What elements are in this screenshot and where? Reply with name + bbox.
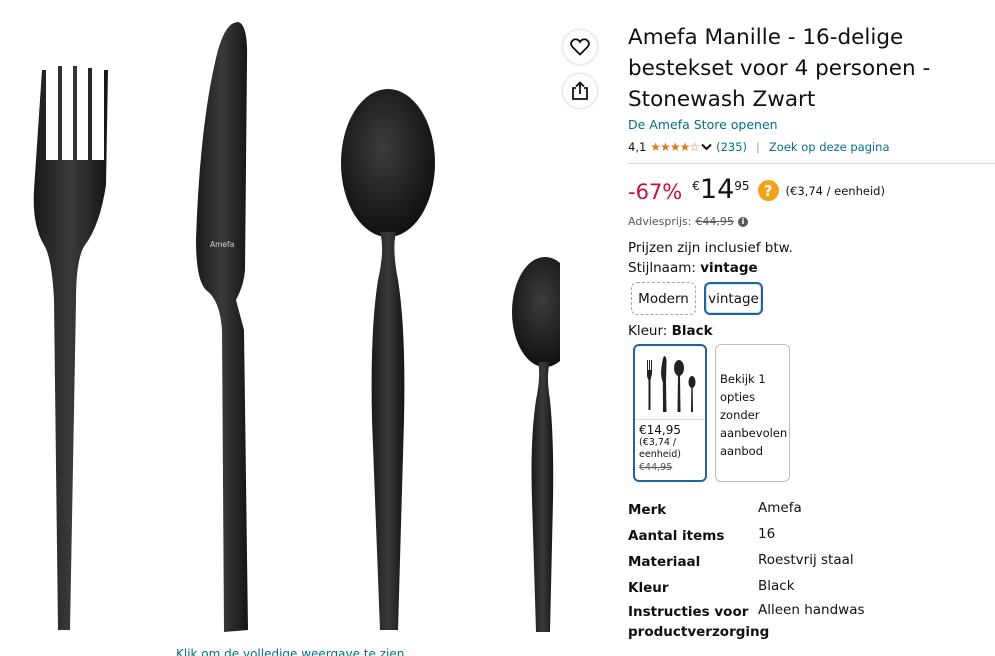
style-label: Stijlnaam: [628, 260, 696, 276]
spec-value: 16 [758, 526, 776, 542]
spec-key: Kleur [628, 580, 669, 596]
price-row: -67% € 14 95 ? (€3,74 / eenheid) [628, 174, 885, 206]
chevron-down-icon[interactable] [701, 143, 712, 151]
color-selected: Black [671, 323, 713, 339]
spec-value: Black [758, 578, 795, 594]
tablespoon-image [341, 89, 435, 630]
spec-key: Merk [628, 502, 667, 518]
color-label-row: Kleur: Black [628, 323, 713, 339]
product-title: Amefa Manille - 16-delige bestekset voor… [628, 25, 931, 112]
spec-value: Amefa [758, 500, 802, 516]
spec-value: Alleen handwas [758, 602, 865, 618]
wishlist-button[interactable] [563, 30, 597, 64]
price-whole: 14 [699, 174, 735, 205]
rating-count-link[interactable]: (235) [716, 140, 747, 154]
spec-key: Aantal items [628, 528, 725, 544]
unit-price: (€3,74 / eenheid) [785, 184, 885, 198]
knife-brand-engraving: Amefa [210, 240, 234, 249]
vat-note: Prijzen zijn inclusief btw. [628, 240, 793, 256]
discount-percentage: -67% [628, 180, 683, 204]
help-icon[interactable]: ? [757, 180, 779, 201]
current-price: € 14 95 [692, 174, 749, 206]
search-page-link[interactable]: Zoek op deze pagina [769, 140, 890, 154]
rating-value: 4,1 [628, 140, 647, 154]
swatch-divider [635, 419, 705, 420]
price-fraction: 95 [734, 179, 750, 193]
list-price-row: Adviesprijs: €44,95 i [628, 215, 748, 228]
info-icon[interactable]: i [737, 216, 748, 227]
spec-key: Instructies voor productverzorging [628, 604, 770, 640]
product-image[interactable]: Amefa Klik om de volledige weergave te z… [0, 0, 560, 656]
rating-separator: | [756, 140, 760, 154]
rating-row: 4,1 ★★★★☆ (235) | Zoek op deze pagina [628, 140, 890, 154]
color-label: Kleur: [628, 323, 668, 339]
divider [628, 163, 995, 164]
other-options-text: Bekijk 1 opties zonder aanbevolen aanbod [720, 372, 788, 458]
price-currency: € [692, 179, 700, 193]
cutlery-illustration: Amefa [33, 22, 560, 632]
fork-image [33, 66, 108, 630]
heart-icon [570, 38, 590, 56]
share-icon [572, 81, 588, 100]
star-rating-icon[interactable]: ★★★★☆ [650, 140, 700, 154]
style-label-row: Stijlnaam: vintage [628, 260, 758, 276]
color-swatch-black[interactable]: €14,95 (€3,74 / eenheid) €44,95 [633, 344, 707, 482]
other-options-swatch[interactable]: Bekijk 1 opties zonder aanbevolen aanbod [715, 344, 790, 482]
style-option-modern[interactable]: Modern [631, 282, 696, 315]
store-link[interactable]: De Amefa Store openen [628, 117, 778, 132]
cutlery-thumbnail [647, 356, 696, 412]
list-price-label: Adviesprijs: [628, 215, 692, 228]
spec-value: Roestvrij staal [758, 552, 854, 568]
swatch-unit-price: (€3,74 / eenheid) [639, 437, 681, 460]
list-price: €44,95 [695, 215, 734, 228]
knife-image: Amefa [196, 22, 248, 632]
image-caption-link[interactable]: Klik om de volledige weergave te zien [176, 647, 404, 656]
style-selected: vintage [700, 260, 758, 276]
teaspoon-image [512, 257, 560, 632]
spec-key: Materiaal [628, 554, 701, 570]
swatch-old-price: €44,95 [639, 462, 673, 473]
swatch-price: €14,95 [639, 423, 681, 437]
share-button[interactable] [563, 74, 597, 108]
style-option-vintage[interactable]: vintage [704, 282, 763, 315]
